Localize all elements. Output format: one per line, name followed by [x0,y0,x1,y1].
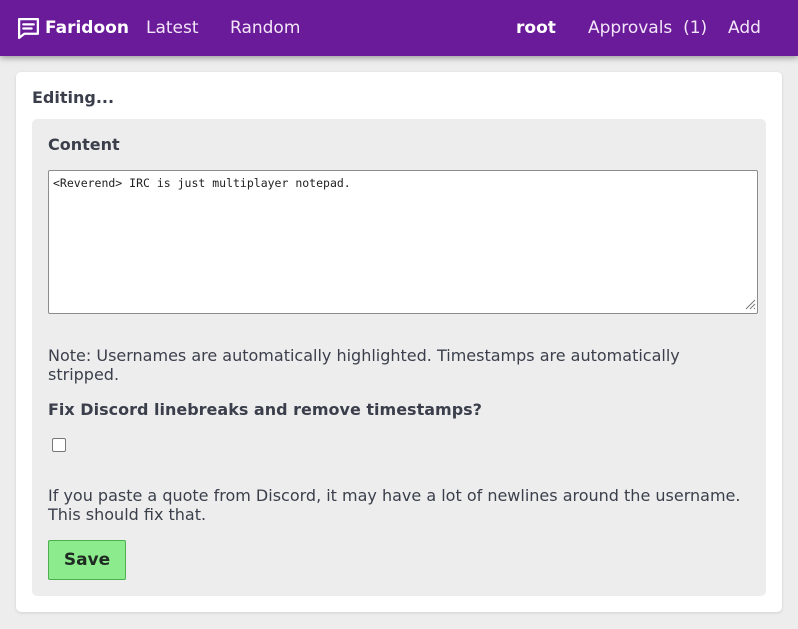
content-textarea[interactable]: <Reverend> IRC is just multiplayer notep… [48,170,758,314]
page-title: Editing... [32,88,115,107]
editor-card: Editing... Content <Reverend> IRC is jus… [16,72,782,612]
save-button[interactable]: Save [48,540,126,580]
nav-random-link[interactable]: Random [230,0,300,56]
approvals-count: (1) [683,18,708,38]
resize-grip-icon[interactable] [744,298,756,310]
nav-approvals-link[interactable]: Approvals (1) [588,0,707,56]
top-navbar: Faridoon Latest Random root Approvals (1… [0,0,798,56]
fix-discord-checkbox[interactable] [52,438,66,452]
fix-discord-help-text: If you paste a quote from Discord, it ma… [48,486,741,524]
fix-discord-label: Fix Discord linebreaks and remove timest… [48,400,482,419]
nav-latest-link[interactable]: Latest [146,0,199,56]
editor-form-panel: Content <Reverend> IRC is just multiplay… [32,119,766,596]
content-label: Content [48,135,120,154]
nav-add-link[interactable]: Add [728,0,761,56]
message-square-icon[interactable] [16,16,41,41]
nav-user-link[interactable]: root [516,0,556,56]
brand-link[interactable]: Faridoon [45,0,129,56]
approvals-label: Approvals [588,18,673,38]
note-text: Note: Usernames are automatically highli… [48,346,680,384]
